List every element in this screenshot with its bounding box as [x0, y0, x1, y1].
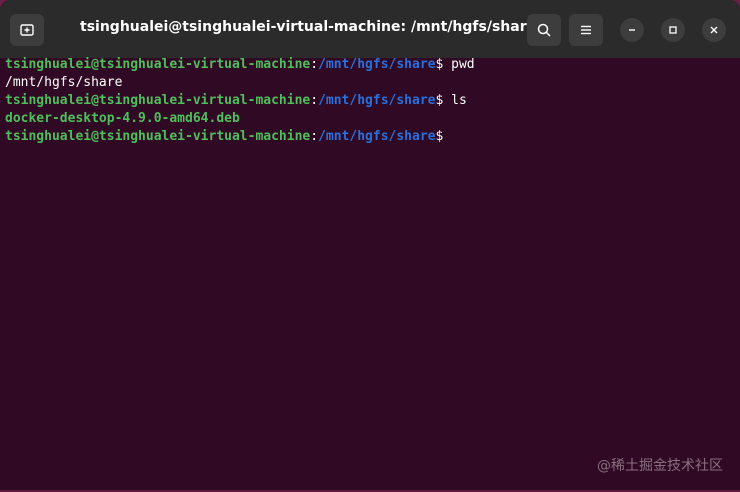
prompt-path: /mnt/hgfs/share — [318, 93, 436, 108]
prompt-symbol: $ — [435, 93, 452, 108]
prompt-path: /mnt/hgfs/share — [318, 129, 436, 144]
watermark-text: @稀土掘金技术社区 — [597, 458, 723, 474]
terminal-window: tsinghualei@tsinghualei-virtual-machine:… — [0, 0, 740, 492]
prompt-separator: : — [310, 93, 319, 108]
maximize-button[interactable] — [661, 18, 685, 42]
prompt-line: tsinghualei@tsinghualei-virtual-machine:… — [5, 128, 740, 146]
prompt-separator: : — [310, 57, 319, 72]
minimize-button[interactable] — [620, 18, 644, 42]
search-button[interactable] — [527, 14, 561, 46]
prompt-symbol: $ — [435, 129, 444, 144]
command-text: pwd — [451, 57, 475, 72]
prompt-separator: : — [310, 129, 319, 144]
command-text: ls — [451, 93, 467, 108]
output-line: docker-desktop-4.9.0-amd64.deb — [5, 110, 740, 128]
window-title: tsinghualei@tsinghualei-virtual-machine:… — [80, 19, 537, 35]
terminal-output[interactable]: tsinghualei@tsinghualei-virtual-machine:… — [5, 56, 740, 146]
new-tab-button[interactable] — [10, 14, 44, 46]
hamburger-menu-icon — [581, 25, 591, 35]
prompt-symbol: $ — [435, 57, 452, 72]
new-tab-icon — [20, 24, 34, 36]
prompt-line: tsinghualei@tsinghualei-virtual-machine:… — [5, 92, 740, 110]
prompt-user-host: tsinghualei@tsinghualei-virtual-machine — [5, 129, 311, 144]
prompt-user-host: tsinghualei@tsinghualei-virtual-machine — [5, 93, 311, 108]
output-line: /mnt/hgfs/share — [5, 74, 740, 92]
menu-button[interactable] — [569, 14, 603, 46]
close-icon — [710, 26, 718, 34]
close-button[interactable] — [702, 18, 726, 42]
maximize-icon — [669, 26, 677, 34]
prompt-user-host: tsinghualei@tsinghualei-virtual-machine — [5, 57, 311, 72]
file-entry: docker-desktop-4.9.0-amd64.deb — [5, 111, 240, 126]
prompt-path: /mnt/hgfs/share — [318, 57, 436, 72]
minimize-icon — [629, 29, 635, 31]
titlebar: tsinghualei@tsinghualei-virtual-machine:… — [0, 0, 740, 58]
prompt-line: tsinghualei@tsinghualei-virtual-machine:… — [5, 56, 740, 74]
command-output: /mnt/hgfs/share — [5, 75, 123, 90]
search-icon — [537, 23, 551, 37]
